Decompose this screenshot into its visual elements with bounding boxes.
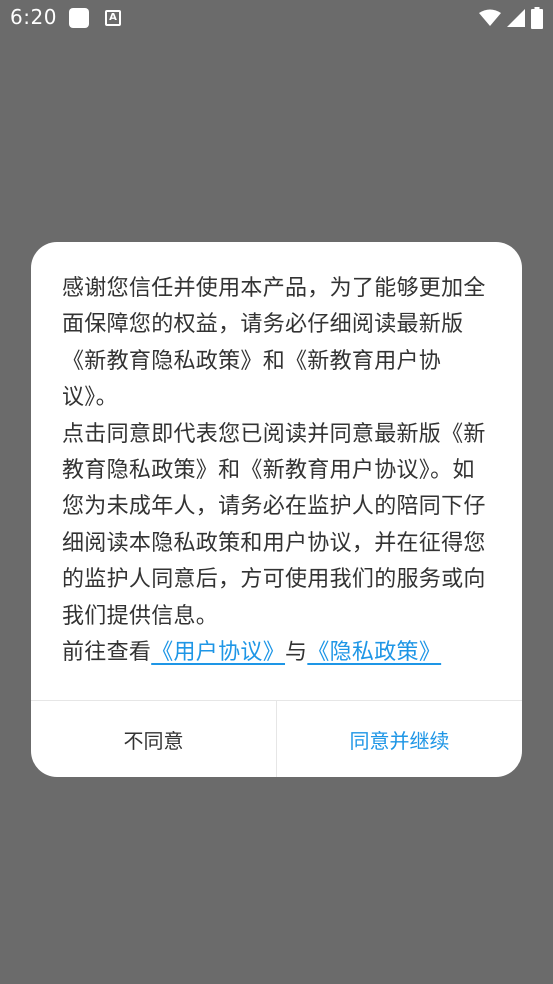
dialog-links-line: 前往查看《用户协议》与《隐私政策》 (62, 635, 492, 671)
user-agreement-link[interactable]: 《用户协议》 (151, 640, 285, 665)
wifi-icon (479, 9, 501, 27)
dialog-paragraph-consent: 点击同意即代表您已阅读并同意最新版《新教育隐私政策》和《新教育用户协议》。如您为… (62, 421, 486, 629)
dialog-body: 感谢您信任并使用本产品，为了能够更加全面保障您的权益，请务必仔细阅读最新版《新教… (62, 271, 492, 671)
status-icons (479, 6, 543, 30)
links-separator: 与 (285, 640, 308, 666)
dialog-paragraph-intro: 感谢您信任并使用本产品，为了能够更加全面保障您的权益，请务必仔细阅读最新版《新教… (62, 276, 486, 411)
privacy-dialog: 感谢您信任并使用本产品，为了能够更加全面保障您的权益，请务必仔细阅读最新版《新教… (31, 242, 522, 777)
disagree-button[interactable]: 不同意 (31, 701, 276, 777)
links-prefix: 前往查看 (62, 640, 152, 666)
privacy-policy-link[interactable]: 《隐私政策》 (307, 640, 441, 665)
status-time: 6:20 (10, 5, 57, 29)
status-bar: 6:20 A (0, 0, 553, 36)
notification-app-icon (69, 8, 89, 28)
agree-continue-button[interactable]: 同意并继续 (277, 701, 522, 777)
signal-icon (507, 9, 525, 27)
notification-a-icon: A (105, 10, 121, 26)
battery-icon (531, 7, 543, 29)
